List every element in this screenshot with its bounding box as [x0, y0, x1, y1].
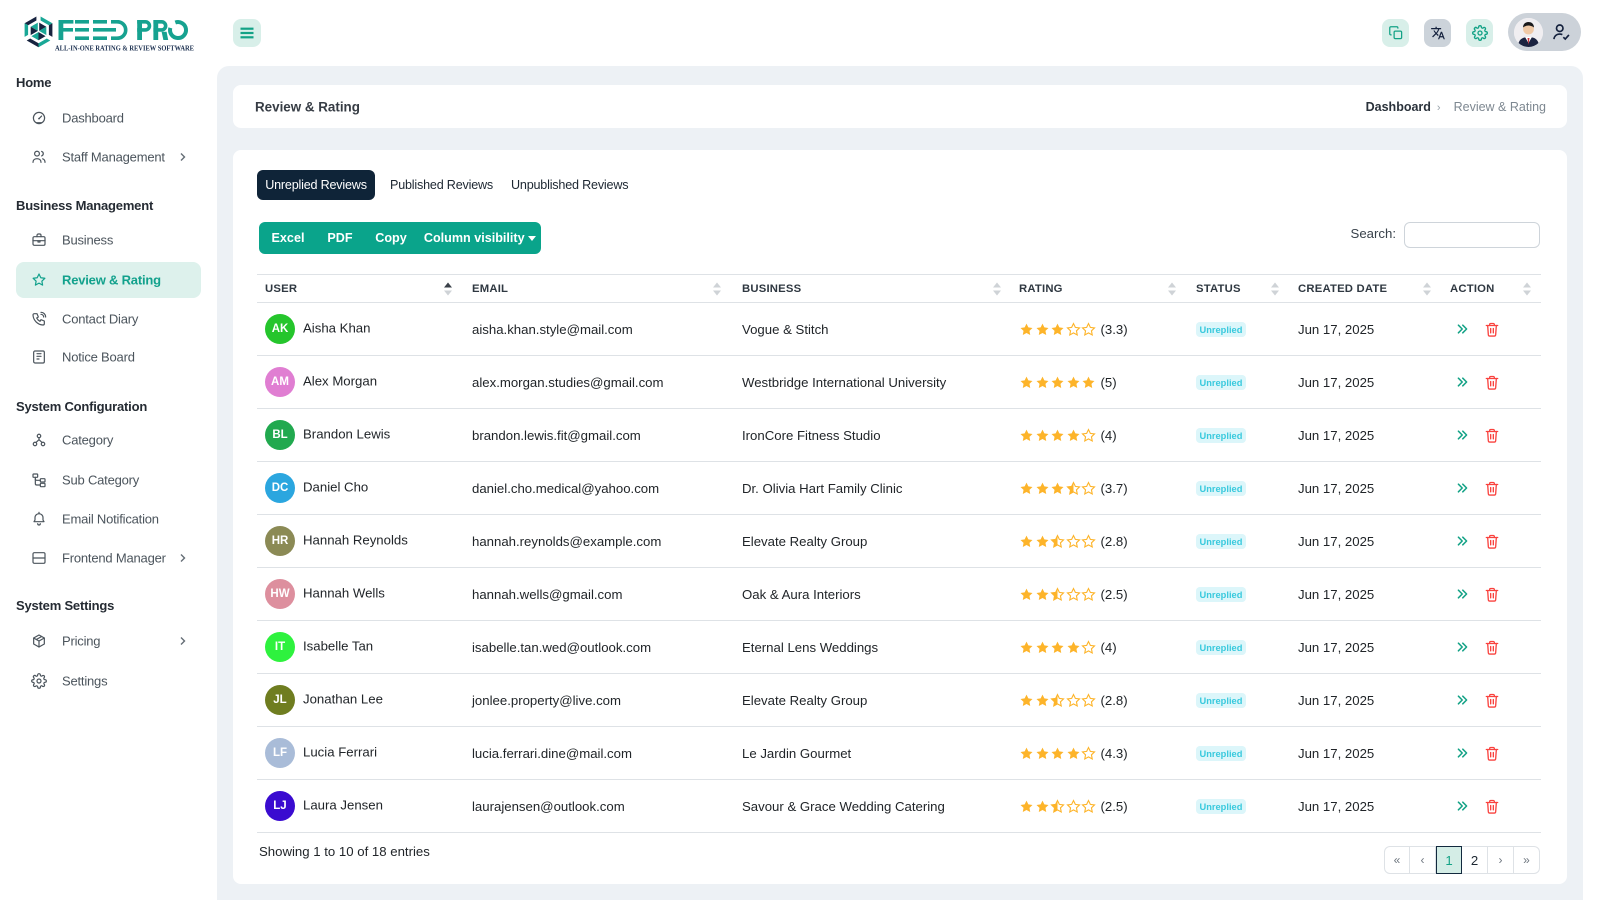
- svg-text:ALL-IN-ONE RATING & REVIEW SOF: ALL-IN-ONE RATING & REVIEW SOFTWARE: [55, 44, 194, 53]
